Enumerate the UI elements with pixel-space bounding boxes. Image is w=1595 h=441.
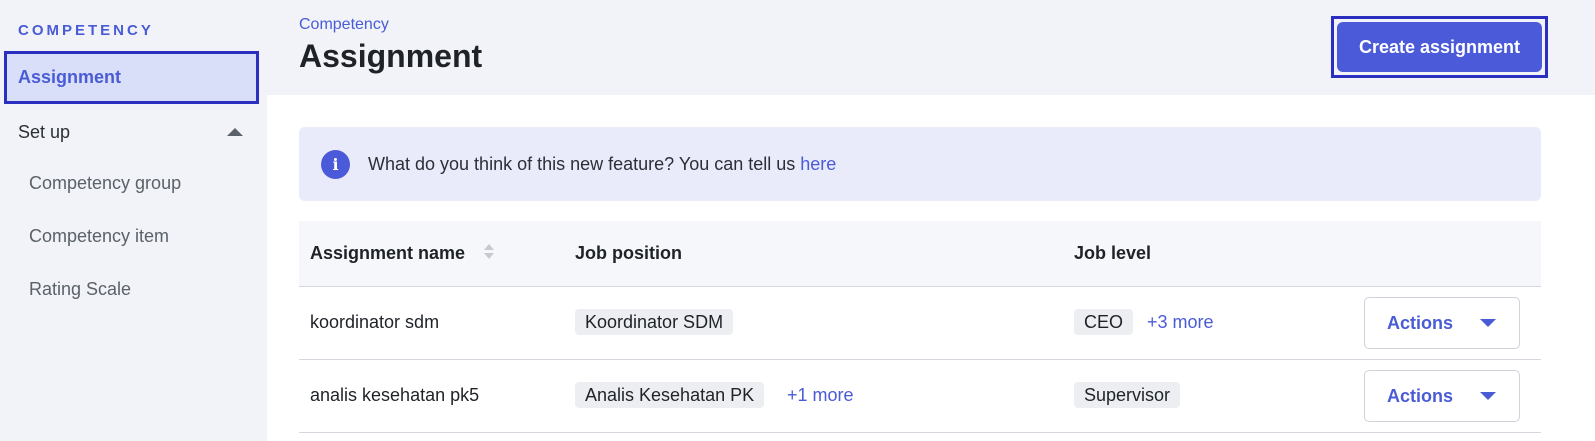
table-row: analis kesehatan pk5 Analis Kesehatan PK… (299, 360, 1541, 433)
assignment-name: koordinator sdm (310, 312, 440, 332)
sidebar-group-setup[interactable]: Set up (18, 118, 246, 146)
feedback-link[interactable]: here (800, 154, 836, 174)
breadcrumb[interactable]: Competency (299, 16, 389, 34)
assignment-name: analis kesehatan pk5 (310, 385, 480, 405)
chevron-down-icon (1480, 392, 1497, 400)
chevron-up-icon (227, 128, 243, 136)
banner-text: What do you think of this new feature? Y… (368, 154, 836, 175)
actions-dropdown-button[interactable]: Actions (1364, 370, 1520, 422)
sidebar-item-competency-group[interactable]: Competency group (29, 173, 181, 194)
actions-label: Actions (1387, 385, 1454, 406)
column-header-job-level: Job level (1074, 243, 1152, 263)
job-position-tag: Koordinator SDM (575, 309, 734, 335)
column-header-assignment-name[interactable]: Assignment name (310, 243, 465, 264)
chevron-down-icon (1480, 319, 1497, 327)
page-title: Assignment (299, 38, 483, 74)
job-level-tag: Supervisor (1074, 382, 1181, 408)
table-row: koordinator sdm Koordinator SDM CEO +3 m… (299, 287, 1541, 360)
create-button-focus-ring: Create assignment (1331, 16, 1548, 78)
sidebar: COMPETENCY Assignment Set up Competency … (0, 0, 267, 441)
create-assignment-button[interactable]: Create assignment (1337, 22, 1542, 72)
sidebar-group-label: Set up (18, 121, 71, 142)
sidebar-item-assignment[interactable]: Assignment (4, 51, 259, 104)
page-header: Competency Assignment Create assignment (267, 0, 1595, 95)
assignment-table: Assignment name Job position Job level k… (299, 221, 1541, 433)
sidebar-section-label: COMPETENCY (18, 22, 154, 39)
feedback-banner: i What do you think of this new feature?… (299, 127, 1541, 201)
job-level-tag: CEO (1074, 309, 1134, 335)
actions-dropdown-button[interactable]: Actions (1364, 297, 1520, 349)
info-icon: i (321, 149, 350, 179)
sort-icon[interactable] (484, 244, 494, 262)
table-header: Assignment name Job position Job level (299, 221, 1541, 287)
sidebar-item-rating-scale[interactable]: Rating Scale (29, 279, 131, 300)
job-position-more-link[interactable]: +1 more (787, 385, 854, 406)
column-header-job-position: Job position (575, 243, 682, 263)
job-level-more-link[interactable]: +3 more (1147, 312, 1214, 333)
banner-message: What do you think of this new feature? Y… (368, 153, 801, 174)
job-position-tag: Analis Kesehatan PK (575, 382, 765, 408)
actions-label: Actions (1387, 312, 1454, 333)
sidebar-item-competency-item[interactable]: Competency item (29, 226, 169, 247)
